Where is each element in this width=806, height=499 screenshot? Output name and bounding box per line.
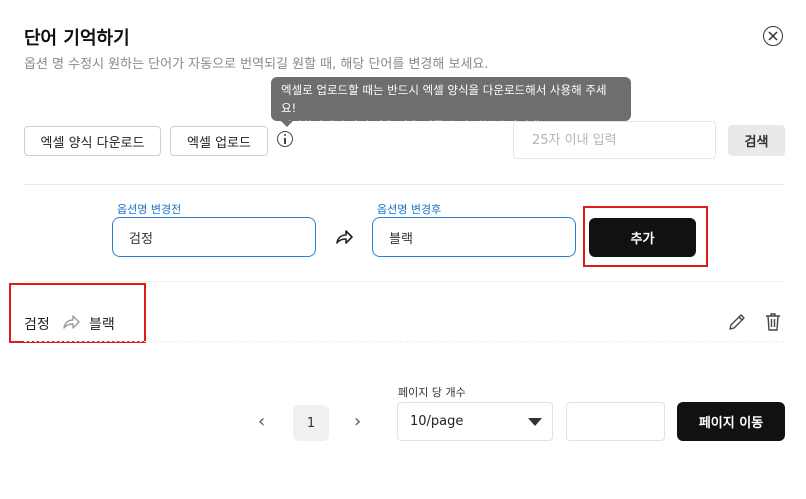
add-button[interactable]: 추가	[589, 218, 696, 257]
option-after-input[interactable]	[372, 217, 576, 257]
arrow-right-icon	[62, 314, 80, 334]
caret-down-icon	[528, 418, 542, 426]
highlight-box-word	[9, 283, 146, 343]
modal-title: 단어 기억하기	[24, 28, 130, 49]
option-before-input[interactable]	[112, 217, 316, 257]
excel-template-download-button[interactable]: 엑셀 양식 다운로드	[24, 126, 161, 156]
after-field-label: 옵션명 변경후	[377, 203, 442, 216]
search-button[interactable]: 검색	[728, 125, 785, 156]
per-page-value: 10/page	[410, 414, 464, 429]
page-number-input[interactable]	[566, 402, 665, 441]
per-page-label: 페이지 당 개수	[398, 386, 466, 399]
word-from: 검정	[24, 317, 50, 333]
page-move-button[interactable]: 페이지 이동	[677, 402, 785, 441]
divider	[24, 281, 784, 282]
divider	[24, 184, 784, 185]
per-page-select[interactable]: 10/page	[397, 402, 553, 441]
close-icon[interactable]	[763, 26, 783, 46]
arrow-right-icon	[335, 229, 353, 249]
edit-pencil-icon[interactable]	[727, 312, 747, 336]
excel-help-tooltip: 엑셀로 업로드할 때는 반드시 엑셀 양식을 다운로드해서 사용해 주세요! 기…	[271, 77, 631, 133]
tooltip-line-1: 엑셀로 업로드할 때는 반드시 엑셀 양식을 다운로드해서 사용해 주세요!	[281, 83, 607, 115]
excel-upload-button[interactable]: 엑셀 업로드	[170, 126, 268, 156]
word-to: 블랙	[89, 317, 115, 333]
current-page[interactable]: 1	[293, 405, 329, 441]
before-field-label: 옵션명 변경전	[117, 203, 182, 216]
search-input[interactable]	[513, 121, 716, 159]
prev-page-icon[interactable]: ‹	[258, 411, 265, 432]
info-icon[interactable]	[277, 131, 293, 147]
row-divider	[24, 341, 784, 342]
modal-subtitle: 옵션 명 수정시 원하는 단어가 자동으로 번역되길 원할 때, 해당 단어를 …	[24, 57, 489, 72]
trash-icon[interactable]	[764, 312, 782, 336]
next-page-icon[interactable]: ›	[354, 411, 361, 432]
